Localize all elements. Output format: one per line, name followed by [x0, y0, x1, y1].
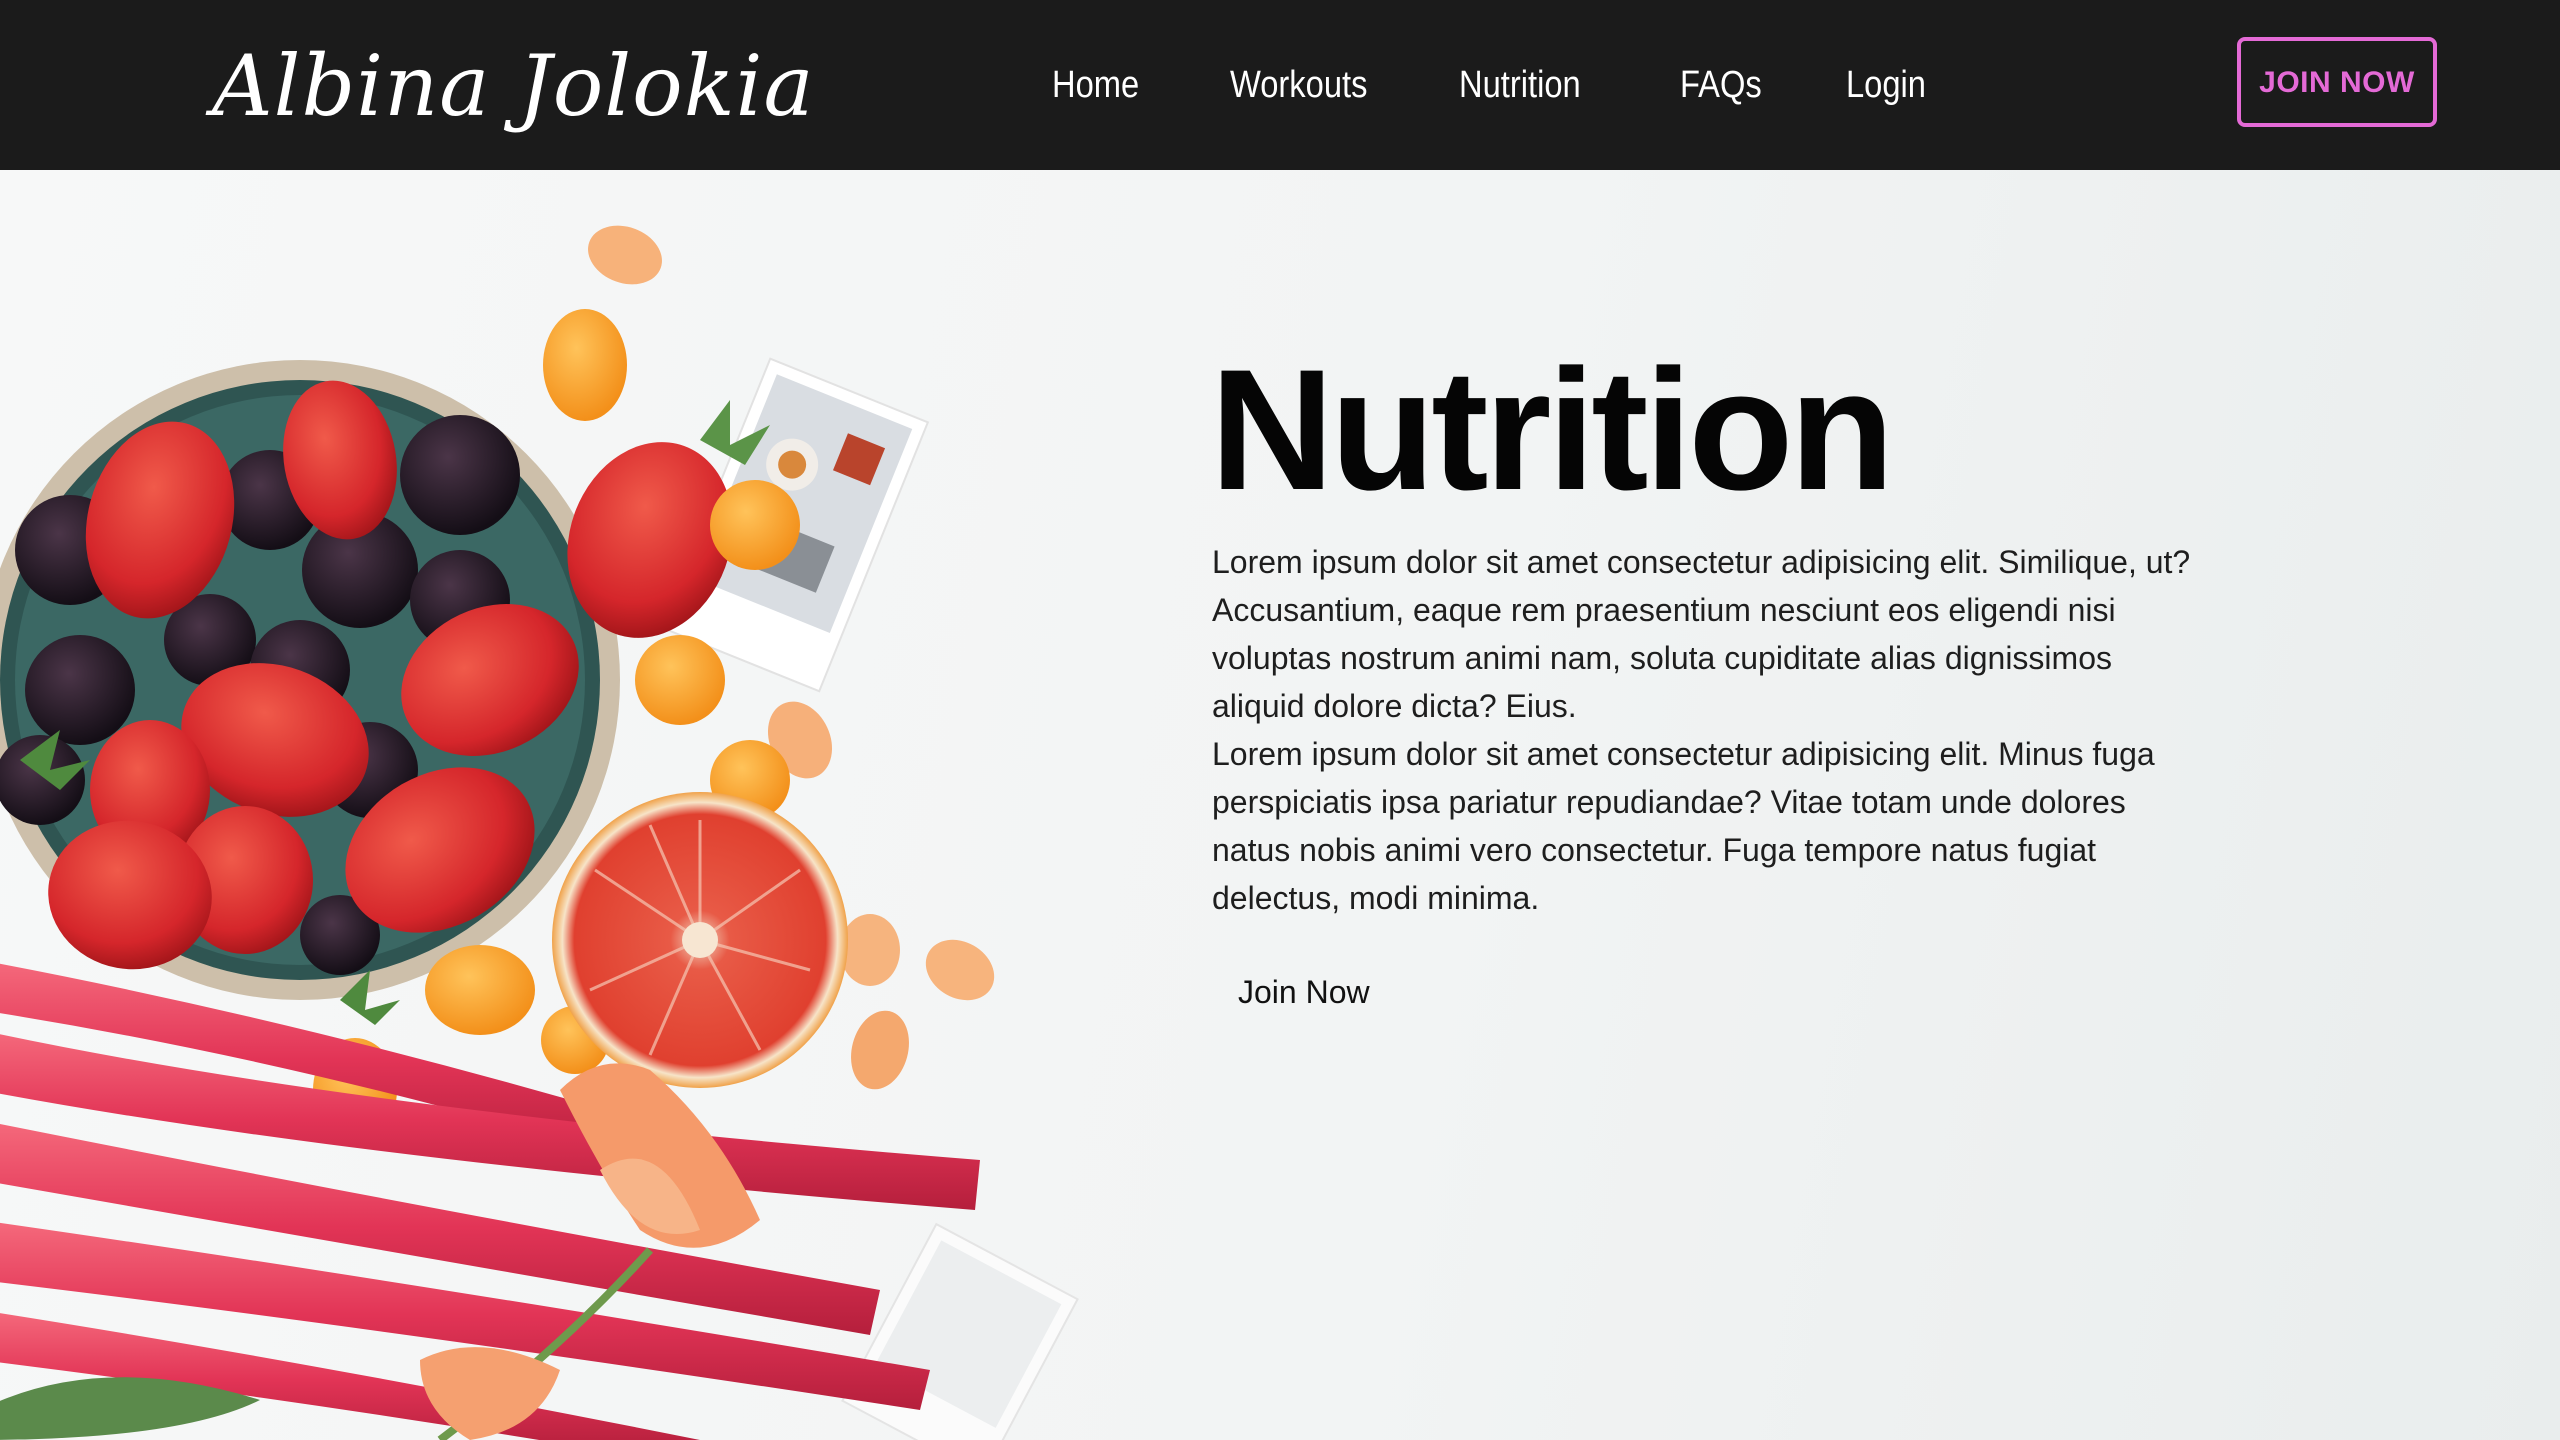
hero-join-now-button[interactable]: Join Now [1212, 960, 1370, 1024]
hero-description: Lorem ipsum dolor sit amet consectetur a… [1212, 538, 2192, 922]
fruit-bowl-image [0, 225, 1079, 1440]
nav-link-home[interactable]: Home [1052, 50, 1139, 120]
nav-link-login[interactable]: Login [1846, 50, 1926, 120]
site-header: Albina Jolokia Home Workouts Nutrition F… [0, 0, 2560, 170]
hero-paragraph-1: Lorem ipsum dolor sit amet consectetur a… [1212, 544, 2191, 724]
join-now-button[interactable]: JOIN NOW [2237, 37, 2437, 127]
nav-link-faqs[interactable]: FAQs [1680, 50, 1762, 120]
main-nav: Home Workouts Nutrition FAQs Login [0, 50, 2560, 120]
page-title: Nutrition [1210, 334, 1894, 526]
nav-link-workouts[interactable]: Workouts [1230, 50, 1367, 120]
nav-link-nutrition[interactable]: Nutrition [1459, 50, 1581, 120]
hero-section: Nutrition Lorem ipsum dolor sit amet con… [0, 170, 2560, 1440]
hero-paragraph-2: Lorem ipsum dolor sit amet consectetur a… [1212, 736, 2155, 916]
